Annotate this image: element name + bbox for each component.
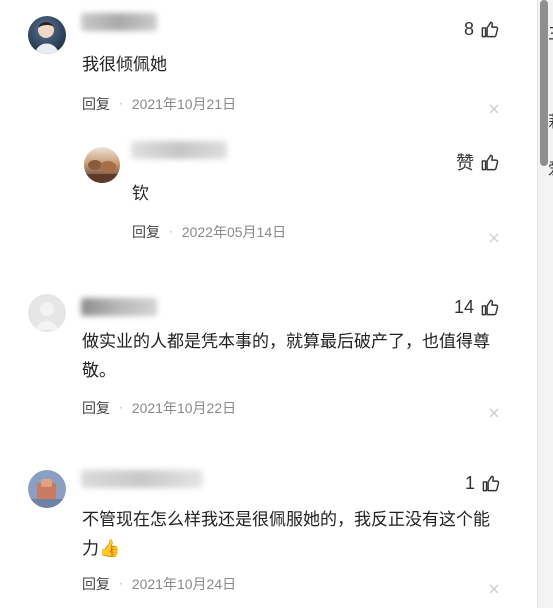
like-button[interactable]: 1 <box>465 473 500 494</box>
reply-text: 钦 <box>132 184 149 204</box>
reply-button[interactable]: 回复 <box>82 94 110 114</box>
like-button[interactable]: 14 <box>454 297 499 318</box>
reply-button[interactable]: 回复 <box>82 398 110 418</box>
comment-author-avatar[interactable] <box>28 16 66 54</box>
comment-author-avatar[interactable] <box>28 294 66 332</box>
close-button[interactable] <box>488 404 500 418</box>
close-button[interactable] <box>488 229 500 243</box>
like-label: 赞 <box>456 153 474 173</box>
close-icon <box>489 104 499 114</box>
reply-item: 赞 钦 回复 · 2022年05月14日 <box>0 126 520 258</box>
comment-meta: 回复 · 2021年10月21日 <box>82 94 236 114</box>
comment-date: 2021年10月21日 <box>131 96 237 112</box>
meta-separator: · <box>169 225 173 239</box>
reply-button[interactable]: 回复 <box>82 574 110 594</box>
meta-separator: · <box>119 97 123 111</box>
avatar-image <box>84 147 120 183</box>
comment-date: 2021年10月22日 <box>131 400 237 416</box>
blurred-username <box>81 298 157 316</box>
avatar-image <box>28 16 66 54</box>
blurred-username <box>81 13 157 31</box>
comment-item-2: 14 做实业的人都是凭本事的，就算最后破产了，也值得尊 敬。 回复 · 2021… <box>0 258 520 438</box>
reply-date: 2022年05月14日 <box>181 224 287 240</box>
like-count: 14 <box>454 297 475 317</box>
thumbs-up-icon <box>481 21 499 38</box>
avatar-image <box>28 294 66 332</box>
comment-item-3: 1 不管现在怎么样我还是很佩服她的，我反正没有这个能 力👍 回复 · 2021年… <box>0 438 520 608</box>
close-icon <box>489 584 499 594</box>
clipped-edge-text: 三 <box>548 20 553 44</box>
comment-thread-page: 8 我很倾佩她 回复 · 2021年10月21日 赞 钦 回复 · 2022年0… <box>0 0 553 608</box>
comment-date: 2021年10月24日 <box>131 576 237 592</box>
reply-button[interactable]: 回复 <box>132 222 160 242</box>
blurred-username <box>81 470 203 488</box>
comment-text: 我很倾佩她 <box>82 55 167 75</box>
comment-text: 做实业的人都是凭本事的，就算最后破产了，也值得尊 敬。 <box>82 332 490 381</box>
like-button[interactable]: 赞 <box>456 149 499 175</box>
meta-separator: · <box>119 401 123 415</box>
avatar-image <box>28 470 66 508</box>
scrollbar-thumb[interactable] <box>540 0 548 166</box>
clipped-edge-text: 爱 <box>548 155 553 179</box>
thumbs-up-icon <box>481 299 499 316</box>
reply-meta: 回复 · 2022年05月14日 <box>132 222 286 242</box>
close-button[interactable] <box>488 100 500 114</box>
comment-text: 不管现在怎么样我还是很佩服她的，我反正没有这个能 力👍 <box>82 510 490 559</box>
comment-author-avatar[interactable] <box>28 470 66 508</box>
close-icon <box>489 408 499 418</box>
reply-author-avatar[interactable] <box>84 147 120 183</box>
blurred-username <box>131 141 227 159</box>
meta-separator: · <box>119 577 123 591</box>
comment-meta: 回复 · 2021年10月24日 <box>82 574 236 594</box>
like-button[interactable]: 8 <box>464 19 499 40</box>
close-button[interactable] <box>488 580 500 594</box>
comment-meta: 回复 · 2021年10月22日 <box>82 398 236 418</box>
like-count: 1 <box>465 473 476 493</box>
comment-item-1: 8 我很倾佩她 回复 · 2021年10月21日 <box>0 0 520 126</box>
thumbs-up-icon <box>481 154 499 170</box>
clipped-edge-text: 莉 <box>548 108 553 132</box>
close-icon <box>489 233 499 243</box>
thumbs-up-icon <box>482 475 500 492</box>
like-count: 8 <box>464 19 475 39</box>
